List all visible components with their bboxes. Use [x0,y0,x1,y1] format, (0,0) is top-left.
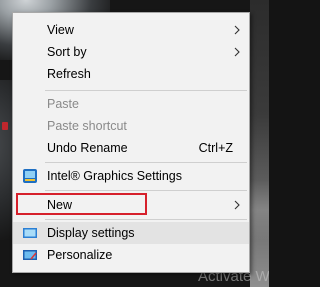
menu-item-intel-graphics-settings[interactable]: Intel® Graphics Settings [13,165,249,187]
menu-item-paste-shortcut[interactable]: Paste shortcut [13,115,249,137]
chevron-right-icon [234,47,240,57]
menu-item-paste-label: Paste [47,97,79,111]
menu-item-display-settings-label: Display settings [47,226,135,240]
menu-separator [45,219,247,220]
menu-item-view-label: View [47,23,74,37]
menu-item-new-label: New [47,198,73,212]
menu-item-new[interactable]: New [13,194,249,216]
menu-item-intel-graphics-label: Intel® Graphics Settings [47,169,182,183]
menu-item-display-settings[interactable]: Display settings [13,222,249,244]
menu-item-refresh-label: Refresh [47,67,91,81]
intel-graphics-icon [23,169,37,183]
menu-separator [45,190,247,191]
chevron-right-icon [234,25,240,35]
menu-item-personalize[interactable]: Personalize [13,244,249,266]
menu-item-undo-rename-shortcut: Ctrl+Z [198,141,233,155]
desktop-context-menu: View Sort by Refresh Paste Paste shortcu… [12,12,250,273]
menu-item-paste-shortcut-label: Paste shortcut [47,119,127,133]
menu-item-view[interactable]: View [13,19,249,41]
wallpaper-red-light [2,122,8,130]
menu-item-sort-by-label: Sort by [47,45,87,59]
menu-separator [45,90,247,91]
menu-item-personalize-label: Personalize [47,248,113,262]
menu-item-undo-rename-label: Undo Rename [47,141,128,155]
menu-item-refresh[interactable]: Refresh [13,63,249,85]
menu-item-undo-rename[interactable]: Undo Rename Ctrl+Z [13,137,249,159]
wallpaper-right-edge [250,0,269,287]
menu-item-sort-by[interactable]: Sort by [13,41,249,63]
menu-separator [45,162,247,163]
wallpaper-right-streak [250,180,269,240]
display-monitor-icon [23,228,37,238]
personalize-screen-icon [23,250,37,260]
chevron-right-icon [234,200,240,210]
menu-item-paste[interactable]: Paste [13,93,249,115]
